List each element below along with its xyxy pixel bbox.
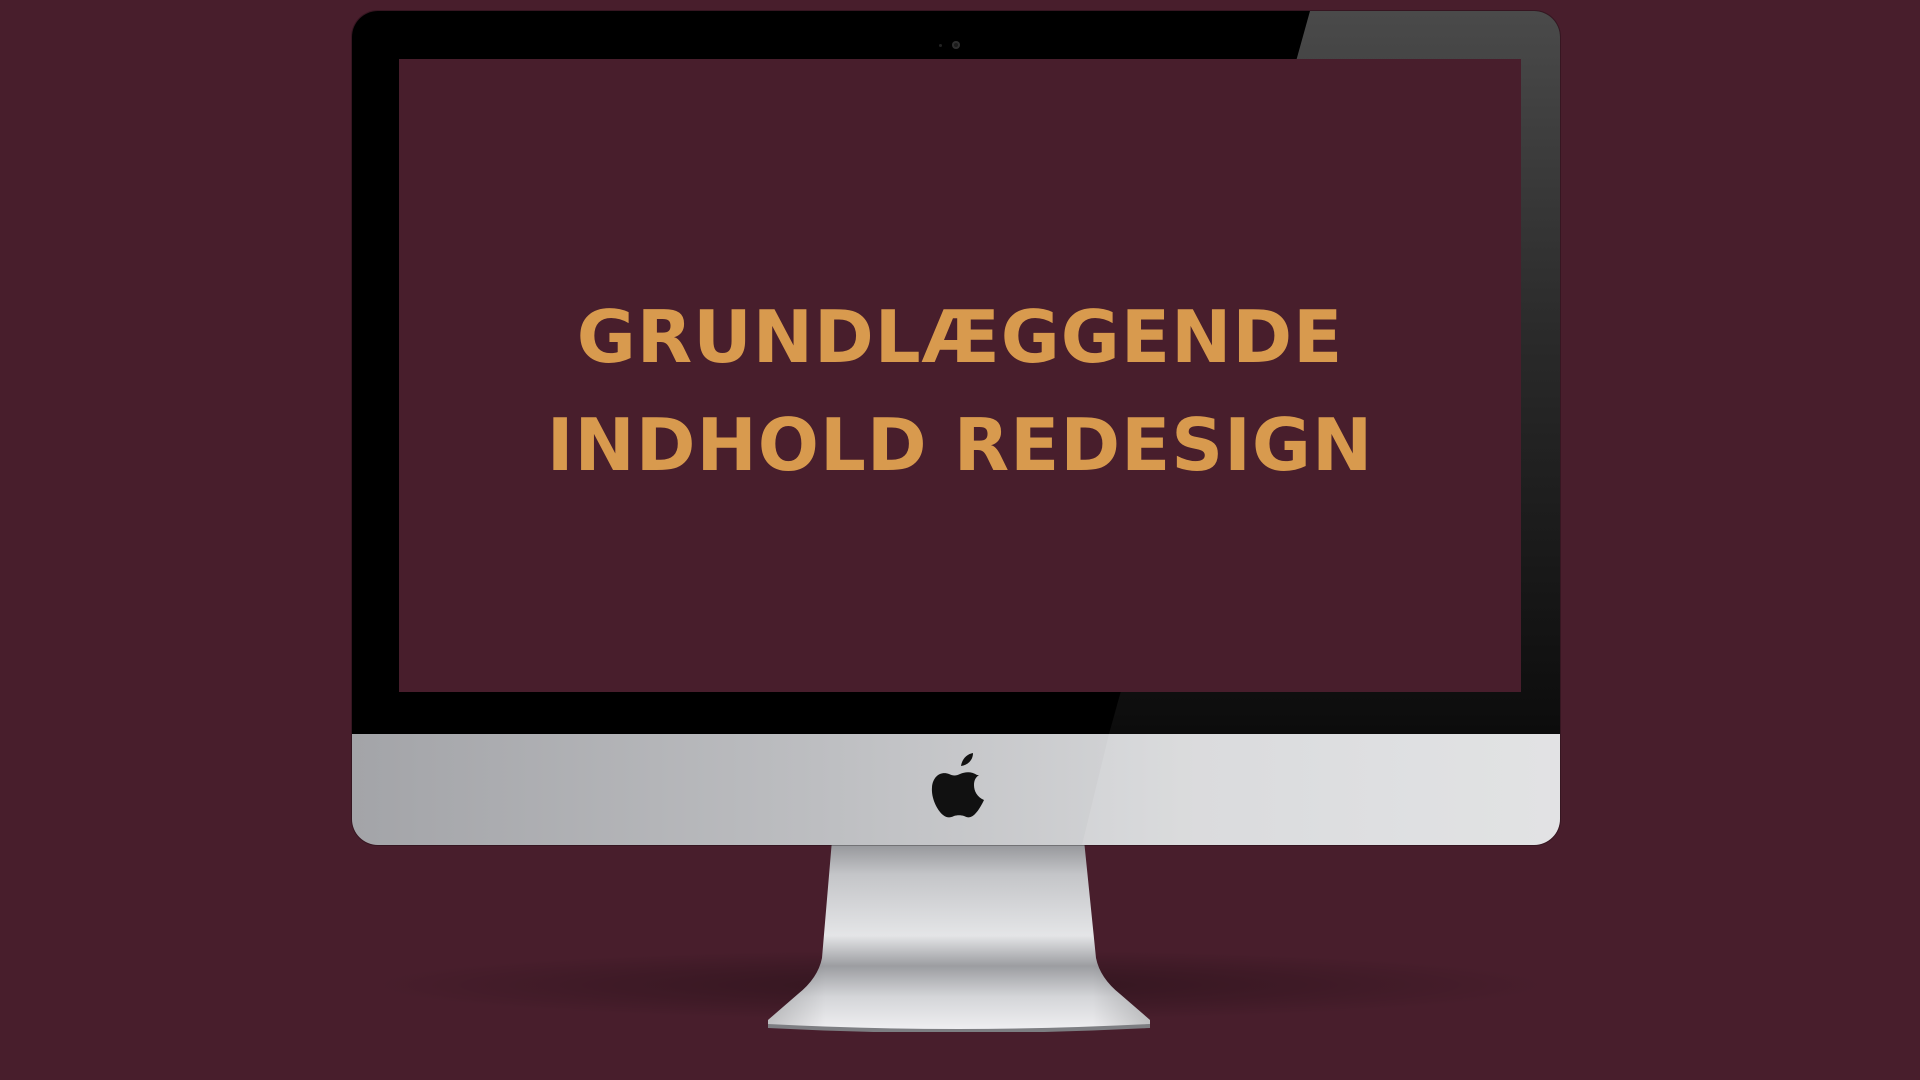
ambient-sensor bbox=[939, 44, 942, 47]
apple-logo-icon bbox=[931, 753, 984, 818]
imac-monitor: GRUNDLÆGGENDE INDHOLD REDESIGN bbox=[352, 11, 1560, 845]
display-screen: GRUNDLÆGGENDE INDHOLD REDESIGN bbox=[399, 59, 1521, 692]
screen-headline: GRUNDLÆGGENDE INDHOLD REDESIGN bbox=[546, 295, 1374, 487]
camera-icon bbox=[952, 41, 960, 49]
monitor-stand bbox=[768, 840, 1150, 1032]
